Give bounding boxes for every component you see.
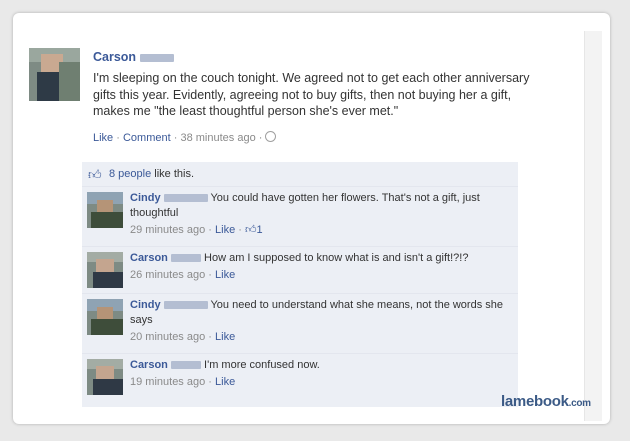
likes-summary: 👍︎ 8 people like this. xyxy=(82,162,518,186)
separator: · xyxy=(208,224,212,236)
redacted-surname xyxy=(139,53,174,62)
comment-like-link[interactable]: Like xyxy=(215,331,235,343)
separator: · xyxy=(208,269,212,281)
comment-like-link[interactable]: Like xyxy=(215,376,235,388)
comment-item: Cindy You could have gotten her flowers.… xyxy=(82,186,518,245)
redacted-surname xyxy=(163,194,208,203)
comment-meta: 20 minutes ago · Like xyxy=(130,330,514,345)
comment-meta: 19 minutes ago · Like xyxy=(130,375,514,390)
comment-like-link[interactable]: Like xyxy=(215,224,235,236)
redacted-surname xyxy=(170,254,201,263)
post-meta: Like · Comment · 38 minutes ago · xyxy=(93,131,277,144)
likers-link[interactable]: 8 people xyxy=(109,168,151,180)
comment-timestamp[interactable]: 26 minutes ago xyxy=(130,269,205,281)
scrollbar[interactable] xyxy=(584,31,602,421)
commenter-name[interactable]: Carson xyxy=(130,359,168,371)
redacted-surname xyxy=(163,301,208,310)
separator: · xyxy=(116,132,120,144)
commenter-name[interactable]: Cindy xyxy=(130,299,161,311)
commenter-avatar[interactable] xyxy=(87,252,123,288)
comment-text: How am I supposed to know what is and is… xyxy=(204,252,469,264)
globe-icon xyxy=(265,131,277,142)
post-author-name-text[interactable]: Carson xyxy=(93,50,136,64)
comment-meta: 26 minutes ago · Like xyxy=(130,268,514,283)
comments-panel: 👍︎ 8 people like this. Cindy You could h… xyxy=(82,162,518,407)
separator: · xyxy=(258,132,263,144)
commenter-name[interactable]: Carson xyxy=(130,252,168,264)
separator: · xyxy=(238,224,242,236)
comment-like-count[interactable]: 👍︎1 xyxy=(245,224,263,236)
comment-item: Carson I'm more confused now. 19 minutes… xyxy=(82,353,518,407)
commenter-name[interactable]: Cindy xyxy=(130,192,161,204)
comment-meta: 29 minutes ago · Like · 👍︎1 xyxy=(130,223,514,238)
post-text: I'm sleeping on the couch tonight. We ag… xyxy=(93,71,530,118)
separator: · xyxy=(208,376,212,388)
redacted-surname xyxy=(170,361,201,370)
post-author-avatar[interactable] xyxy=(29,48,80,101)
comment-timestamp[interactable]: 29 minutes ago xyxy=(130,224,205,236)
post-timestamp[interactable]: 38 minutes ago xyxy=(180,132,255,144)
post-comment-link[interactable]: Comment xyxy=(123,132,171,144)
comment-like-link[interactable]: Like xyxy=(215,269,235,281)
commenter-avatar[interactable] xyxy=(87,192,123,228)
comment-item: Carson How am I supposed to know what is… xyxy=(82,246,518,291)
commenter-avatar[interactable] xyxy=(87,359,123,395)
comment-item: Cindy You need to understand what she me… xyxy=(82,293,518,352)
separator: · xyxy=(173,132,178,144)
separator: · xyxy=(208,331,212,343)
commenter-avatar[interactable] xyxy=(87,299,123,335)
likes-suffix: like this. xyxy=(154,168,195,180)
comment-text: I'm more confused now. xyxy=(204,359,320,371)
lamebook-watermark: lamebook.com xyxy=(501,393,591,410)
watermark-brand: lamebook xyxy=(501,393,569,410)
watermark-tld: .com xyxy=(568,398,591,409)
post-like-link[interactable]: Like xyxy=(93,132,113,144)
comment-timestamp[interactable]: 19 minutes ago xyxy=(130,376,205,388)
thumbs-up-icon: 👍︎ xyxy=(88,167,102,182)
post-author-name[interactable]: Carson xyxy=(93,50,174,64)
thumbs-up-icon: 👍︎ xyxy=(245,224,257,236)
comment-timestamp[interactable]: 20 minutes ago xyxy=(130,331,205,343)
like-count-text: 1 xyxy=(256,224,263,236)
